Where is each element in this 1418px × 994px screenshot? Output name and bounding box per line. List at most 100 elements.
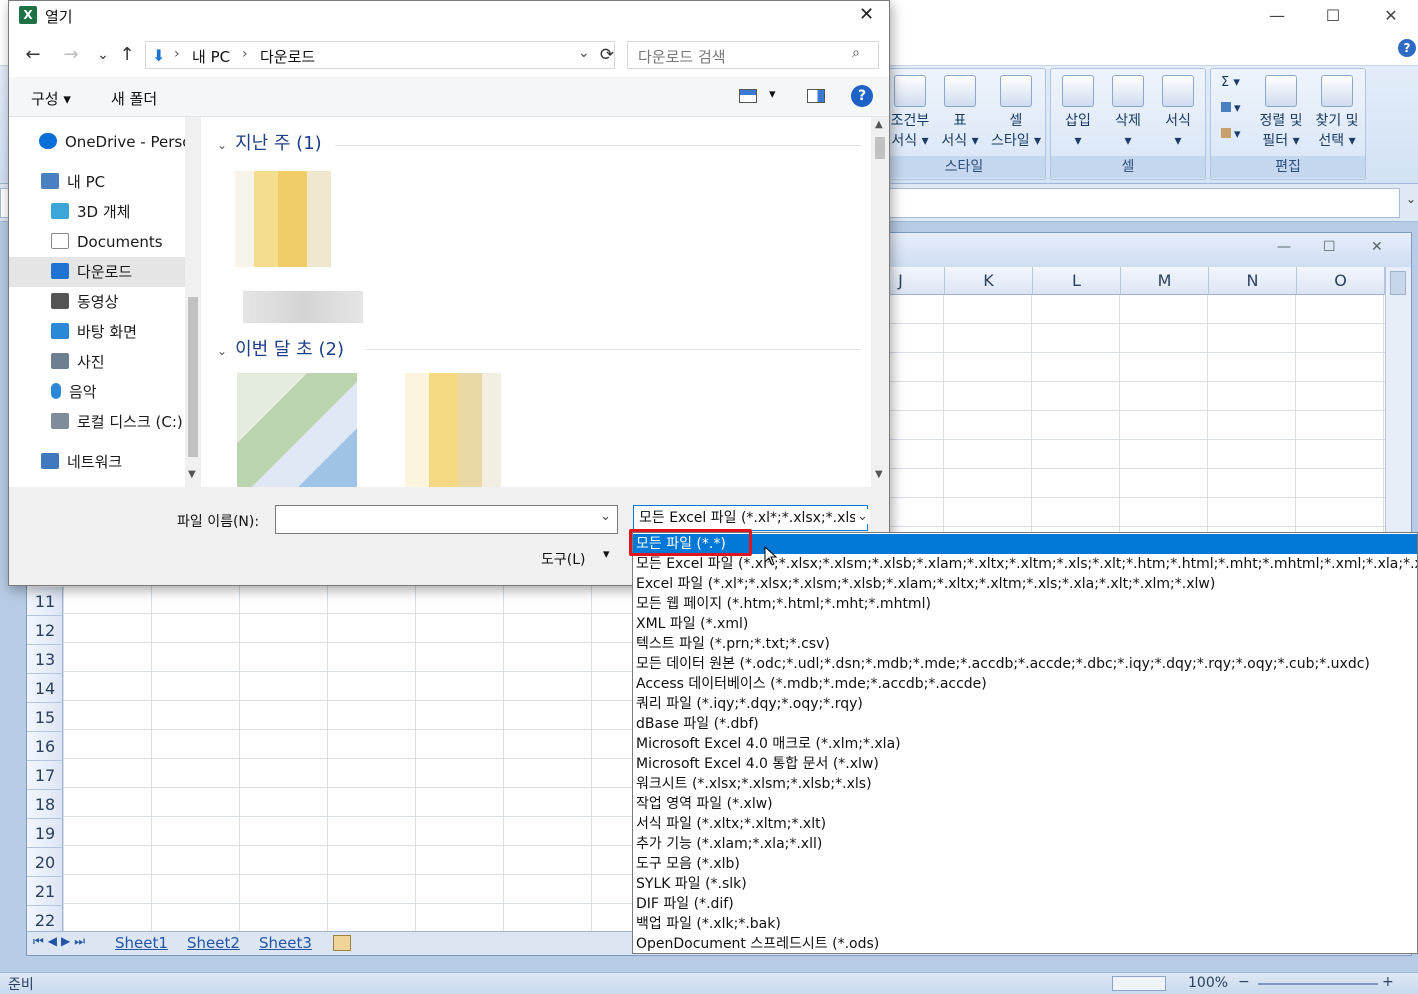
filetype-option[interactable]: SYLK 파일 (*.slk) (633, 874, 1417, 894)
filetype-option[interactable]: 백업 파일 (*.xlk;*.bak) (633, 914, 1417, 934)
filetype-option[interactable]: 모든 웹 페이지 (*.htm;*.html;*.mht;*.mhtml) (633, 594, 1417, 614)
address-bar[interactable]: ⬇ › 내 PC › 다운로드 ⌄ (145, 41, 615, 69)
row-header[interactable]: 13 (27, 645, 63, 674)
filetype-option[interactable]: 워크시트 (*.xlsx;*.xlsm;*.xlsb;*.xls) (633, 774, 1417, 794)
breadcrumb-item-mypc[interactable]: 내 PC (192, 46, 230, 67)
insert-sheet-icon[interactable] (333, 935, 351, 951)
scroll-thumb[interactable] (875, 137, 885, 159)
filetype-option[interactable]: dBase 파일 (*.dbf) (633, 714, 1417, 734)
row-header[interactable]: 19 (27, 819, 63, 848)
nav-item-onedrive[interactable]: OneDrive - Personal (9, 127, 185, 157)
search-box[interactable]: 다운로드 검색 ⌕ (627, 41, 879, 69)
filetype-dropdown-icon[interactable]: ⌄ (855, 509, 870, 524)
excel-minimize-button[interactable]: — (1254, 0, 1300, 30)
address-dropdown-icon[interactable]: ⌄ (578, 45, 590, 61)
nav-pane-scrollbar[interactable]: ▼ (185, 117, 201, 487)
file-thumbnail[interactable] (237, 373, 357, 487)
sheet-tab-1[interactable]: Sheet1 (115, 934, 168, 954)
group-header-last-week[interactable]: ⌄ 지난 주 (1) (217, 129, 322, 155)
column-header[interactable]: O (1297, 267, 1385, 295)
format-cells-button[interactable]: 서식 ▾ (1153, 75, 1203, 151)
column-header[interactable]: L (1033, 267, 1121, 295)
nav-item-videos[interactable]: 동영상 (9, 287, 185, 317)
group-header-early-month[interactable]: ⌄ 이번 달 초 (2) (217, 335, 344, 361)
sheet-tab-3[interactable]: Sheet3 (259, 934, 312, 954)
filetype-option[interactable]: Microsoft Excel 4.0 매크로 (*.xlm;*.xla) (633, 734, 1417, 754)
filetype-option[interactable]: DIF 파일 (*.dif) (633, 894, 1417, 914)
view-buttons[interactable] (1112, 976, 1166, 991)
filetype-option[interactable]: XML 파일 (*.xml) (633, 614, 1417, 634)
column-header[interactable]: M (1121, 267, 1209, 295)
row-header[interactable]: 14 (27, 674, 63, 703)
zoom-slider[interactable] (1258, 983, 1378, 985)
scroll-thumb[interactable] (1390, 271, 1406, 295)
row-header[interactable]: 18 (27, 790, 63, 819)
filetype-option[interactable]: 도구 모음 (*.xlb) (633, 854, 1417, 874)
excel-close-button[interactable]: ✕ (1368, 0, 1414, 30)
up-button[interactable]: ↑ (113, 41, 141, 69)
file-thumbnail[interactable] (235, 171, 331, 267)
nav-item-mypc[interactable]: 내 PC (9, 167, 185, 197)
row-header[interactable]: 12 (27, 616, 63, 645)
file-thumbnail[interactable] (405, 373, 501, 487)
preview-pane-icon[interactable] (807, 89, 825, 103)
help-icon[interactable]: ? (851, 85, 873, 107)
filetype-option[interactable]: 모든 Excel 파일 (*.xl*;*.xlsx;*.xlsm;*.xlsb;… (633, 554, 1417, 574)
format-as-table-button[interactable]: 표 서식 ▾ (935, 75, 985, 151)
column-header[interactable]: N (1209, 267, 1297, 295)
file-name-blurred[interactable] (243, 291, 363, 323)
find-select-button[interactable]: 찾기 및 선택 ▾ (1307, 75, 1367, 151)
nav-item-network[interactable]: 네트워크 (9, 447, 185, 477)
filetype-select[interactable]: 모든 Excel 파일 (*.xl*;*.xlsx;*.xlsm;*.xlsb;… (633, 505, 868, 531)
filetype-option[interactable]: Access 데이터베이스 (*.mdb;*.mde;*.accdb;*.acc… (633, 674, 1417, 694)
row-header[interactable]: 16 (27, 732, 63, 761)
excel-help-icon[interactable]: ? (1398, 39, 1416, 57)
excel-maximize-button[interactable]: ☐ (1310, 0, 1356, 30)
filename-dropdown-icon[interactable]: ⌄ (600, 509, 611, 524)
scroll-thumb[interactable] (188, 297, 198, 457)
back-button[interactable]: ← (19, 41, 47, 69)
clear-button[interactable]: ▾ (1221, 127, 1241, 142)
cell-styles-button[interactable]: 셀 스타일 ▾ (987, 75, 1045, 151)
filetype-option[interactable]: OpenDocument 스프레드시트 (*.ods) (633, 934, 1417, 953)
tools-button[interactable]: 도구(L) (541, 549, 585, 569)
organize-button[interactable]: 구성 ▾ (31, 88, 71, 109)
insert-cells-button[interactable]: 삽입 ▾ (1053, 75, 1103, 151)
zoom-out-button[interactable]: − (1238, 974, 1250, 990)
sort-filter-button[interactable]: 정렬 및 필터 ▾ (1251, 75, 1311, 151)
expand-formula-icon[interactable]: ⌄ (1406, 192, 1416, 206)
row-header[interactable]: 20 (27, 848, 63, 877)
nav-item-downloads[interactable]: 다운로드 (9, 257, 185, 287)
nav-item-music[interactable]: 음악 (9, 377, 185, 407)
forward-button[interactable]: → (57, 41, 85, 69)
filetype-option[interactable]: 쿼리 파일 (*.iqy;*.dqy;*.oqy;*.rqy) (633, 694, 1417, 714)
filename-input[interactable]: ⌄ (275, 505, 618, 534)
sheet-nav-arrows-icon[interactable]: ⏮◀▶⏭ (33, 934, 89, 949)
zoom-in-button[interactable]: + (1382, 974, 1394, 990)
search-icon[interactable]: ⌕ (852, 45, 860, 61)
workbook-restore-button[interactable]: ☐ (1323, 239, 1336, 255)
row-header[interactable]: 11 (27, 587, 63, 616)
conditional-format-button[interactable]: 조건부 서식 ▾ (885, 75, 935, 151)
filetype-option[interactable]: 텍스트 파일 (*.prn;*.txt;*.csv) (633, 634, 1417, 654)
nav-item-desktop[interactable]: 바탕 화면 (9, 317, 185, 347)
scroll-down-icon[interactable]: ▼ (875, 469, 883, 480)
fill-button[interactable]: ▾ (1221, 101, 1241, 116)
breadcrumb-item-downloads[interactable]: 다운로드 (260, 46, 315, 67)
row-header[interactable]: 17 (27, 761, 63, 790)
scroll-up-icon[interactable]: ▲ (875, 119, 883, 130)
filetype-option[interactable]: 추가 기능 (*.xlam;*.xla;*.xll) (633, 834, 1417, 854)
nav-item-pictures[interactable]: 사진 (9, 347, 185, 377)
column-header[interactable]: K (945, 267, 1033, 295)
row-header[interactable]: 21 (27, 877, 63, 906)
filetype-option[interactable]: Excel 파일 (*.xl*;*.xlsx;*.xlsm;*.xlsb;*.x… (633, 574, 1417, 594)
nav-item-local-disk[interactable]: 로컬 디스크 (C:) (9, 407, 185, 437)
filetype-option[interactable]: 모든 데이터 원본 (*.odc;*.udl;*.dsn;*.mdb;*.mde… (633, 654, 1417, 674)
new-folder-button[interactable]: 새 폴더 (111, 88, 157, 109)
refresh-button[interactable]: ⟳ (593, 41, 621, 69)
row-header[interactable]: 15 (27, 703, 63, 732)
file-list-scrollbar[interactable]: ▲ ▼ (871, 117, 889, 487)
tools-dropdown-icon[interactable]: ▾ (603, 547, 610, 562)
nav-item-documents[interactable]: Documents (9, 227, 185, 257)
view-mode-icon[interactable] (739, 89, 757, 103)
